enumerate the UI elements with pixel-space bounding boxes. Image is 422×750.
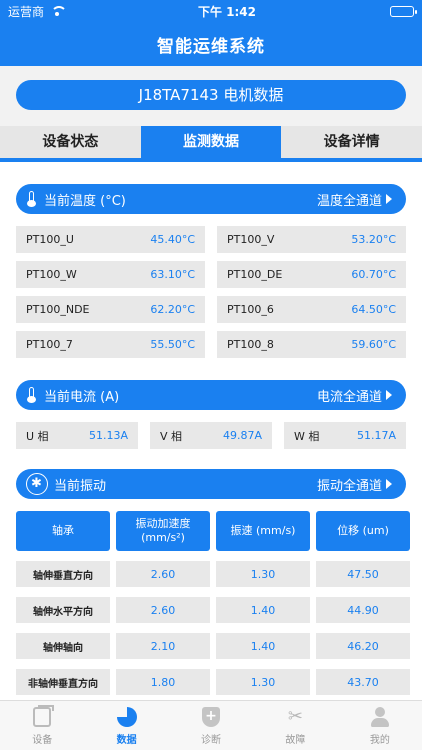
device-icon bbox=[33, 704, 55, 727]
vibration-table-header: 轴承 振动加速度 (mm/s²) 振速 (mm/s) 位移 (um) bbox=[16, 511, 410, 551]
temperature-item: PT100_6 64.50°C bbox=[217, 296, 406, 323]
battery-icon bbox=[389, 5, 417, 17]
arrow-right-icon bbox=[386, 194, 392, 204]
temperature-item: PT100_NDE 62.20°C bbox=[16, 296, 205, 323]
temperature-section-title: 当前温度 (°C) bbox=[44, 193, 126, 209]
current-grid: U 相 51.13A V 相 49.87A W 相 51.17A bbox=[16, 422, 406, 449]
temperature-item: PT100_DE 60.70°C bbox=[217, 261, 406, 288]
current-all-channels-link[interactable]: 电流全通道 bbox=[317, 386, 392, 405]
table-row: 轴伸水平方向 2.60 1.40 44.90 bbox=[16, 597, 410, 623]
tabbar-item-device[interactable]: 设备 bbox=[0, 701, 84, 750]
column-header: 轴承 bbox=[16, 511, 110, 551]
temperature-all-channels-link[interactable]: 温度全通道 bbox=[317, 190, 392, 209]
current-item: V 相 49.87A bbox=[150, 422, 272, 449]
tabbar-item-data[interactable]: 数据 bbox=[84, 701, 168, 750]
current-section-header: 当前电流 (A) 电流全通道 bbox=[16, 380, 406, 410]
current-item: W 相 51.17A bbox=[284, 422, 406, 449]
diagnosis-shield-icon: + bbox=[202, 706, 221, 727]
wifi-icon bbox=[50, 6, 68, 16]
monitoring-content: 当前温度 (°C) 温度全通道 PT100_U 45.40°C PT100_V 53… bbox=[0, 162, 422, 710]
status-time: 下午 1:42 bbox=[197, 4, 257, 19]
app-header: 运营商 下午 1:42 智能运维系统 bbox=[0, 0, 422, 66]
vibration-table: 轴承 振动加速度 (mm/s²) 振速 (mm/s) 位移 (um) 轴伸垂直方向… bbox=[16, 511, 410, 695]
motor-title-banner: J18TA7143 电机数据 bbox=[16, 80, 406, 110]
carrier-label: 运营商 bbox=[8, 4, 45, 19]
tab-monitoring-data[interactable]: 监测数据 bbox=[140, 126, 282, 158]
vibration-section-title: 当前振动 bbox=[54, 478, 107, 494]
temperature-item: PT100_V 53.20°C bbox=[217, 226, 406, 253]
temperature-item: PT100_7 55.50°C bbox=[16, 331, 205, 358]
temperature-item: PT100_W 63.10°C bbox=[16, 261, 205, 288]
temperature-section-header: 当前温度 (°C) 温度全通道 bbox=[16, 184, 406, 214]
current-section-title: 当前电流 (A) bbox=[44, 389, 120, 405]
bottom-tab-bar: 设备 数据 + 诊断 ✂ 故障 我的 bbox=[0, 700, 422, 750]
current-item: U 相 51.13A bbox=[16, 422, 138, 449]
tab-device-details[interactable]: 设备详情 bbox=[281, 126, 422, 158]
status-bar: 运营商 下午 1:42 bbox=[0, 0, 422, 22]
temperature-item: PT100_8 59.60°C bbox=[217, 331, 406, 358]
thermometer-icon bbox=[26, 191, 38, 207]
tab-bar: 设备状态 监测数据 设备详情 bbox=[0, 126, 422, 162]
tab-device-status[interactable]: 设备状态 bbox=[0, 126, 141, 158]
table-row: 轴伸轴向 2.10 1.40 46.20 bbox=[16, 633, 410, 659]
thermometer-icon bbox=[26, 387, 38, 403]
tabbar-item-fault[interactable]: ✂ 故障 bbox=[253, 701, 337, 750]
user-icon bbox=[370, 706, 390, 727]
vibration-section-header: 当前振动 振动全通道 bbox=[16, 469, 406, 499]
arrow-right-icon bbox=[386, 390, 392, 400]
column-header: 振动加速度 (mm/s²) bbox=[116, 511, 210, 551]
table-row: 非轴伸垂直方向 1.80 1.30 43.70 bbox=[16, 669, 410, 695]
arrow-right-icon bbox=[386, 479, 392, 489]
tabbar-item-diagnosis[interactable]: + 诊断 bbox=[169, 701, 253, 750]
tabbar-item-me[interactable]: 我的 bbox=[338, 701, 422, 750]
table-row: 轴伸垂直方向 2.60 1.30 47.50 bbox=[16, 561, 410, 587]
temperature-item: PT100_U 45.40°C bbox=[16, 226, 205, 253]
pie-chart-icon bbox=[116, 706, 137, 727]
tools-icon: ✂ bbox=[287, 705, 303, 727]
temperature-grid: PT100_U 45.40°C PT100_V 53.20°C PT100_W 63.… bbox=[16, 226, 406, 358]
column-header: 位移 (um) bbox=[316, 511, 410, 551]
app-title: 智能运维系统 bbox=[157, 37, 265, 57]
vibration-all-channels-link[interactable]: 振动全通道 bbox=[317, 475, 392, 494]
column-header: 振速 (mm/s) bbox=[216, 511, 310, 551]
fan-icon bbox=[26, 473, 48, 495]
